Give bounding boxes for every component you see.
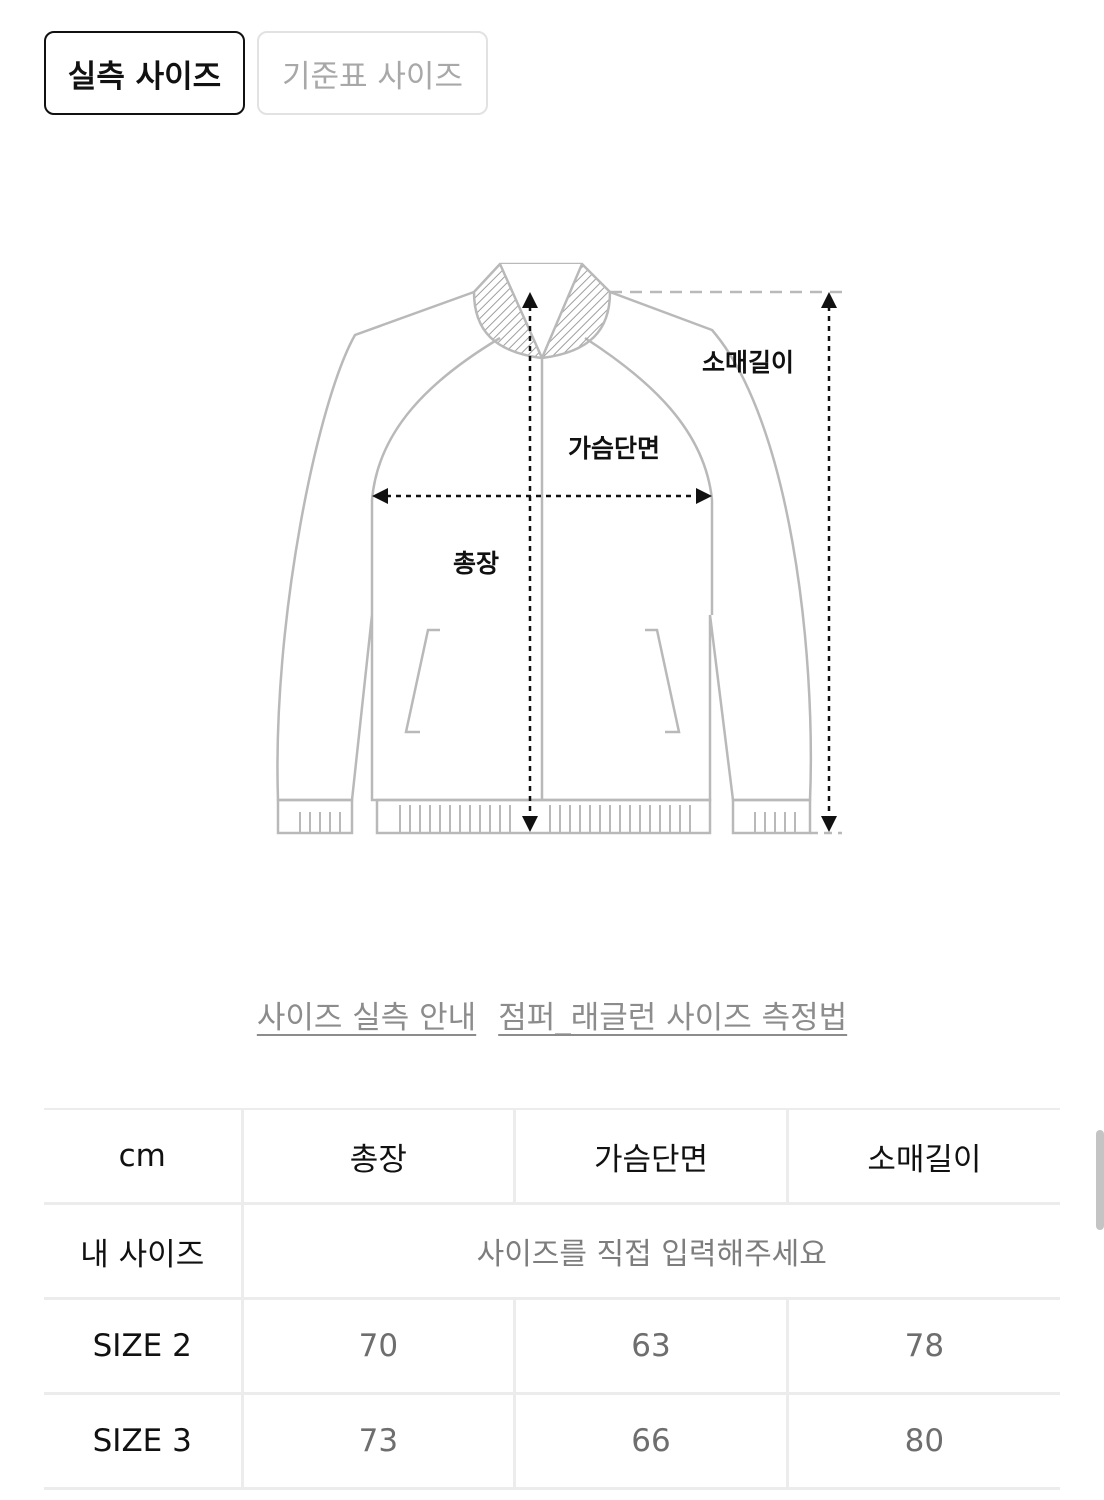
table-header-row: cm 총장 가슴단면 소매길이 [44, 1108, 1060, 1204]
table-cell: 66 [513, 1392, 788, 1490]
size-guide-links: 사이즈 실측 안내 점퍼_래글런 사이즈 측정법 [0, 992, 1104, 1037]
size-tabs: 실측 사이즈 기준표 사이즈 [44, 31, 488, 115]
measurement-method-link[interactable]: 점퍼_래글런 사이즈 측정법 [498, 992, 847, 1037]
table-cell: 63 [513, 1297, 788, 1394]
column-header: 가슴단면 [513, 1108, 788, 1204]
jacket-measurement-diagram: 소매길이 가슴단면 총장 [276, 262, 842, 835]
scrollbar[interactable] [1096, 1130, 1104, 1230]
unit-header: cm [44, 1108, 242, 1204]
tab-standard-size[interactable]: 기준표 사이즈 [257, 31, 488, 115]
my-size-row: 내 사이즈 사이즈를 직접 입력해주세요 [44, 1202, 1060, 1299]
column-header: 소매길이 [785, 1108, 1060, 1204]
row-label: SIZE 2 [44, 1297, 242, 1394]
tab-measured-size[interactable]: 실측 사이즈 [44, 31, 245, 115]
row-label: SIZE 3 [44, 1392, 242, 1490]
chest-width-label: 가슴단면 [568, 434, 660, 463]
table-cell: 78 [785, 1297, 1060, 1394]
table-row: SIZE 2 70 63 78 [44, 1297, 1060, 1394]
my-size-input-prompt[interactable]: 사이즈를 직접 입력해주세요 [240, 1202, 1060, 1299]
my-size-label: 내 사이즈 [44, 1202, 242, 1299]
total-length-label: 총장 [453, 549, 499, 578]
column-header: 총장 [240, 1108, 515, 1204]
size-table: cm 총장 가슴단면 소매길이 내 사이즈 사이즈를 직접 입력해주세요 SIZ… [44, 1108, 1060, 1490]
table-cell: 73 [240, 1392, 515, 1490]
table-row: SIZE 3 73 66 80 [44, 1392, 1060, 1490]
table-cell: 70 [240, 1297, 515, 1394]
rib-lines [299, 805, 796, 833]
sleeve-length-label: 소매길이 [702, 348, 794, 377]
size-guide-link[interactable]: 사이즈 실측 안내 [257, 992, 476, 1037]
table-cell: 80 [785, 1392, 1060, 1490]
